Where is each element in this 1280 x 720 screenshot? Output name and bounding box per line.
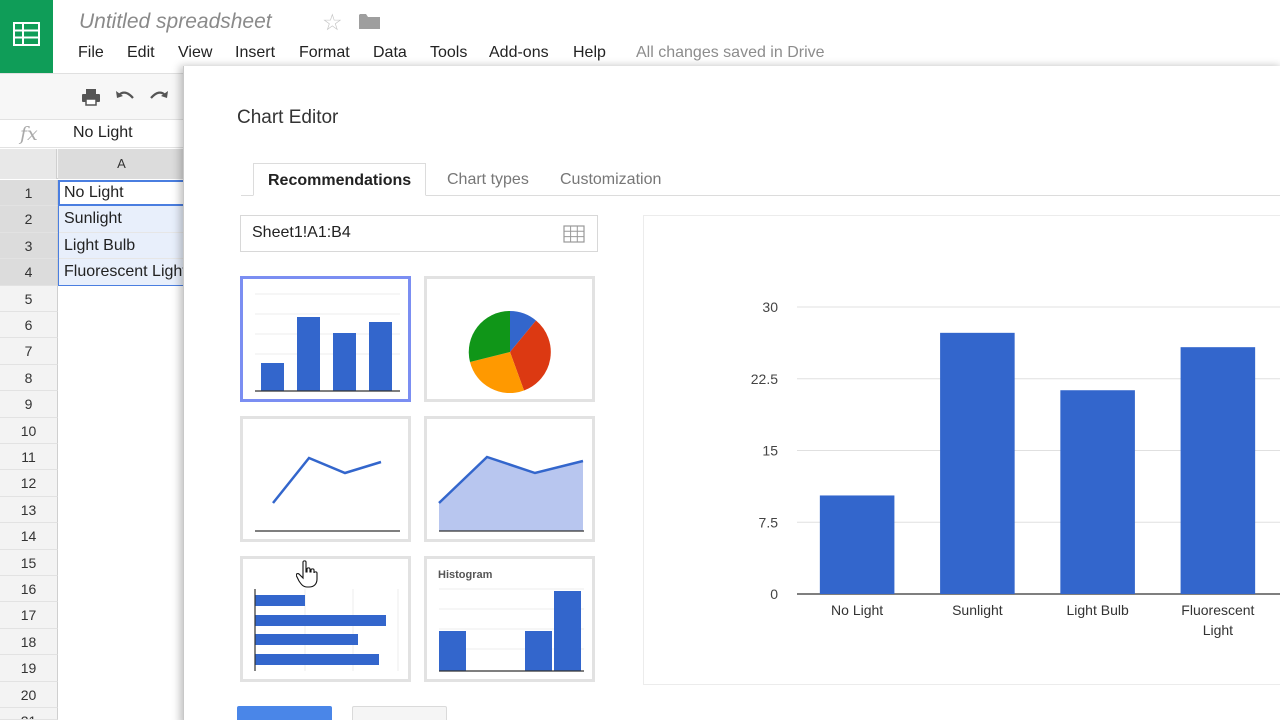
column-chart-icon <box>255 293 400 392</box>
row-header[interactable]: 10 <box>0 417 58 444</box>
dialog-title: Chart Editor <box>237 107 339 128</box>
row-header[interactable]: 4 <box>0 259 58 286</box>
row-header[interactable]: 14 <box>0 523 58 550</box>
menu-edit[interactable]: Edit <box>127 44 155 62</box>
x-tick-label: Fluorescent <box>1181 602 1254 618</box>
row-header[interactable]: 19 <box>0 655 58 682</box>
column-header-a[interactable]: A <box>58 149 185 179</box>
row-header[interactable]: 16 <box>0 576 58 603</box>
thumb-histogram[interactable]: Histogram <box>424 556 595 682</box>
menu-help[interactable]: Help <box>573 44 606 62</box>
pie-chart-icon <box>468 310 551 394</box>
x-tick-label: Sunlight <box>952 602 1003 618</box>
y-tick-label: 22.5 <box>751 371 778 387</box>
area-chart-icon <box>438 455 584 532</box>
row-header[interactable]: 17 <box>0 602 58 629</box>
tab-recommendations[interactable]: Recommendations <box>253 163 427 196</box>
row-header[interactable]: 9 <box>0 391 58 418</box>
hand-cursor-icon <box>295 560 318 593</box>
chart-bar <box>1180 347 1256 594</box>
sheets-logo-icon <box>13 22 40 46</box>
cell-a4[interactable]: Fluorescent Light <box>58 259 185 286</box>
chart-bar <box>819 495 895 594</box>
bar-chart-preview: 0 7.5 15 22.5 30 No Light Sunlight Light Bulb Fl… <box>751 299 1280 638</box>
x-tick-label: Light <box>1203 622 1233 638</box>
chart-bar <box>1060 390 1135 594</box>
y-tick-label: 15 <box>762 443 778 459</box>
thumb-pie-chart[interactable] <box>424 276 595 402</box>
tab-chart-types[interactable]: Chart types <box>433 163 543 196</box>
chart-preview: 0 7.5 15 22.5 30 No Light Sunlight Light Bulb Fl… <box>643 215 1280 685</box>
cell-a1[interactable]: No Light <box>58 180 185 207</box>
insert-button[interactable] <box>237 706 332 720</box>
menu-format[interactable]: Format <box>299 44 350 62</box>
y-tick-label: 7.5 <box>759 514 779 530</box>
thumb-area-chart[interactable] <box>424 416 595 542</box>
row-header[interactable]: 3 <box>0 232 58 260</box>
cell-a2[interactable]: Sunlight <box>58 206 185 233</box>
tab-customization[interactable]: Customization <box>546 163 675 196</box>
save-status[interactable]: All changes saved in Drive <box>636 44 825 62</box>
y-tick-label: 0 <box>770 586 778 602</box>
menu-insert[interactable]: Insert <box>235 44 275 62</box>
redo-icon[interactable] <box>148 86 170 108</box>
row-header[interactable]: 6 <box>0 312 58 339</box>
sheets-logo[interactable] <box>0 0 53 73</box>
document-title[interactable]: Untitled spreadsheet <box>79 10 272 34</box>
x-tick-label: No Light <box>831 602 883 618</box>
row-header[interactable]: 18 <box>0 628 58 656</box>
print-icon[interactable] <box>80 86 102 108</box>
bar-chart-icon <box>254 589 399 671</box>
undo-icon[interactable] <box>114 86 136 108</box>
thumb-bar-chart[interactable] <box>240 556 411 682</box>
folder-icon[interactable] <box>359 13 380 35</box>
star-icon[interactable]: ☆ <box>322 8 343 36</box>
row-header[interactable]: 8 <box>0 364 58 392</box>
cell-a3[interactable]: Light Bulb <box>58 232 185 260</box>
menu-addons[interactable]: Add-ons <box>489 44 549 62</box>
menu-view[interactable]: View <box>178 44 212 62</box>
row-header[interactable]: 1 <box>0 180 58 207</box>
menu-tools[interactable]: Tools <box>430 44 467 62</box>
select-range-icon[interactable] <box>563 225 585 248</box>
menu-data[interactable]: Data <box>373 44 407 62</box>
row-header[interactable]: 20 <box>0 681 58 708</box>
select-all-corner[interactable] <box>0 149 57 179</box>
thumb-column-chart[interactable] <box>240 276 411 402</box>
chart-bar <box>940 332 1015 594</box>
y-tick-label: 30 <box>762 299 778 315</box>
data-range-value: Sheet1!A1:B4 <box>252 224 351 241</box>
row-header[interactable]: 13 <box>0 496 58 524</box>
line-chart-icon <box>255 456 400 532</box>
thumb-line-chart[interactable] <box>240 416 411 542</box>
row-header[interactable]: 11 <box>0 444 58 471</box>
function-icon: fx <box>20 123 38 145</box>
menu-file[interactable]: File <box>78 44 104 62</box>
row-header[interactable]: 15 <box>0 549 58 576</box>
cancel-button[interactable] <box>352 706 447 720</box>
row-header[interactable]: 7 <box>0 338 58 365</box>
formula-input[interactable]: No Light <box>73 124 133 142</box>
row-header[interactable]: 21 <box>0 708 58 720</box>
row-header[interactable]: 12 <box>0 470 58 497</box>
histogram-icon <box>439 588 584 672</box>
row-header[interactable]: 2 <box>0 206 58 233</box>
row-header[interactable]: 5 <box>0 285 58 312</box>
x-tick-label: Light Bulb <box>1066 602 1128 618</box>
